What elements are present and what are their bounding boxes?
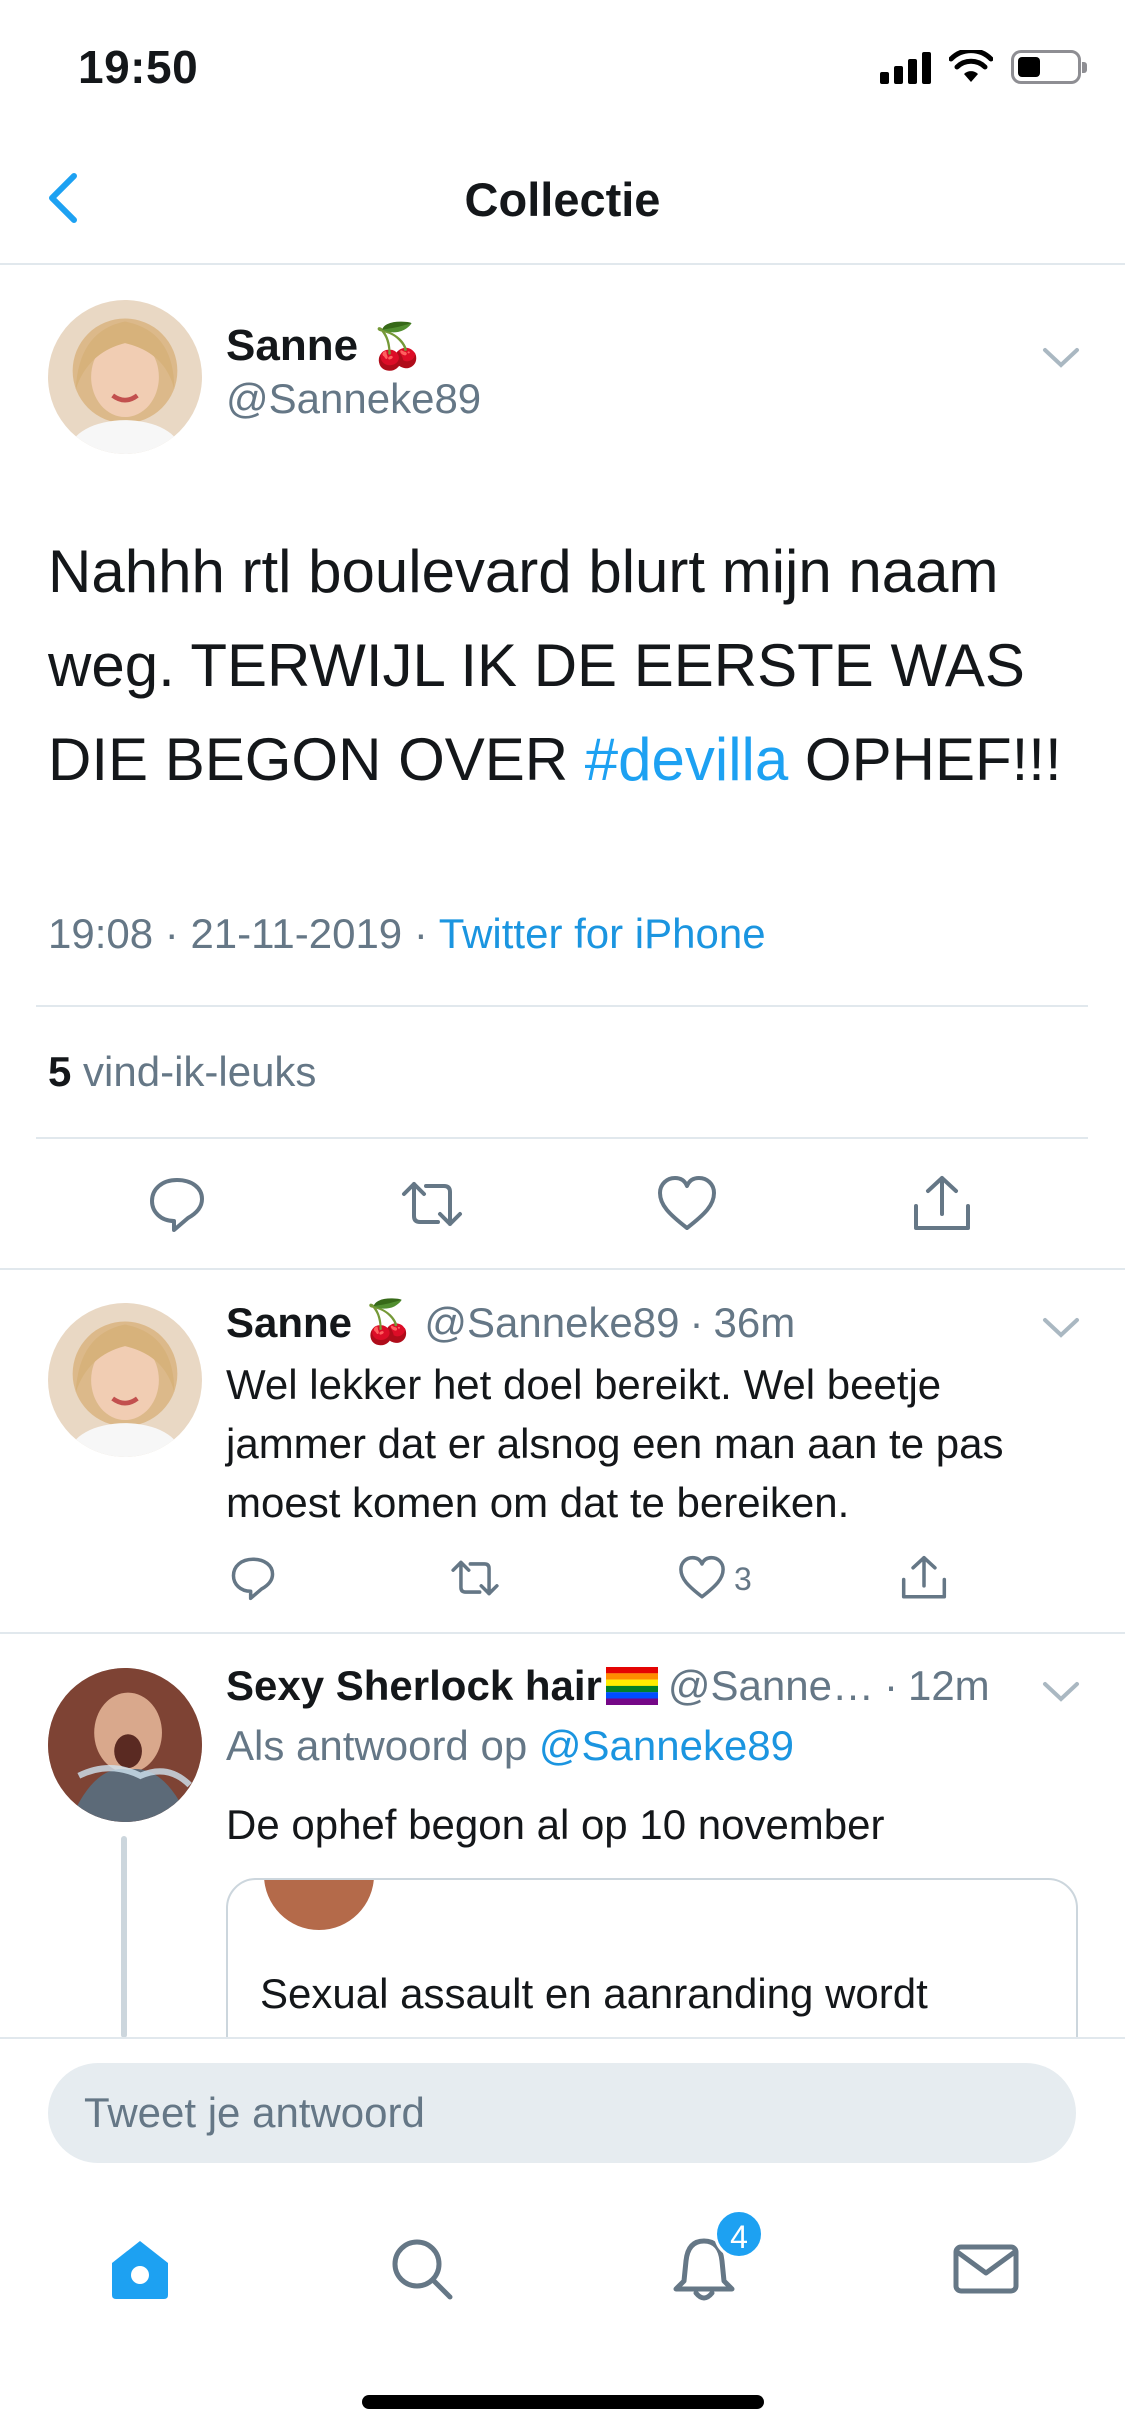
quoted-tweet-text: Sexual assault en aanranding wordt — [260, 1970, 928, 2017]
wifi-icon — [949, 50, 993, 82]
divider — [0, 1268, 1125, 1270]
cherry-emoji: 🍒 — [362, 1298, 415, 1345]
reply-input[interactable] — [48, 2063, 1076, 2163]
navigation-header: Collectie — [0, 132, 1125, 265]
tweet-date: 21-11-2019 — [190, 910, 403, 957]
reply-icon[interactable] — [228, 1553, 278, 1603]
reply-header: Sexy Sherlock hair @Sanne… · 12m — [226, 1662, 990, 1710]
reply-header: Sanne 🍒 @Sanneke89 · 36m — [226, 1298, 796, 1347]
tweet-text-end: OPHEF!!! — [788, 726, 1062, 793]
thread-line — [121, 1836, 127, 2038]
heart-icon[interactable] — [677, 1553, 727, 1603]
reply-author-name[interactable]: Sanne — [226, 1299, 352, 1347]
quoted-avatar — [264, 1880, 374, 1930]
divider — [0, 1632, 1125, 1634]
retweet-icon[interactable] — [450, 1553, 500, 1603]
status-time: 19:50 — [78, 41, 199, 93]
reply-author-handle[interactable]: @Sanne… — [668, 1662, 874, 1710]
avatar[interactable] — [48, 1668, 202, 1822]
replying-to-prefix: Als antwoord op — [226, 1722, 528, 1769]
reply-icon[interactable] — [145, 1172, 209, 1236]
notifications-badge: 4 — [714, 2209, 764, 2259]
avatar[interactable] — [48, 1303, 202, 1457]
reply-author-name[interactable]: Sexy Sherlock hair — [226, 1662, 602, 1710]
page-title: Collectie — [464, 173, 661, 226]
battery-icon — [1011, 50, 1087, 84]
status-icons — [880, 50, 1087, 84]
rainbow-flag-icon — [605, 1667, 658, 1705]
author-name-text: Sanne — [226, 321, 359, 370]
hashtag-link[interactable]: #devilla — [585, 726, 788, 793]
reply-time: 36m — [713, 1298, 796, 1346]
status-bar: 19:50 — [0, 0, 1125, 132]
search-icon[interactable] — [386, 2233, 458, 2305]
reply-composer-bar: 4 — [0, 2037, 1125, 2436]
divider — [36, 1005, 1088, 1007]
avatar[interactable] — [48, 300, 202, 454]
likes-summary[interactable]: 5 vind-ik-leuks — [48, 1048, 316, 1096]
replying-to: Als antwoord op @Sanneke89 — [226, 1722, 794, 1770]
tweet-actions — [0, 1160, 1125, 1250]
tweet-source-link[interactable]: Twitter for iPhone — [439, 910, 766, 957]
home-indicator[interactable] — [362, 2395, 764, 2409]
cherry-emoji: 🍒 — [370, 322, 425, 371]
replying-to-mention[interactable]: @Sanneke89 — [539, 1722, 794, 1769]
author-handle[interactable]: @Sanneke89 — [226, 375, 481, 423]
chevron-down-icon[interactable] — [1041, 1679, 1081, 1705]
chevron-down-icon[interactable] — [1041, 1315, 1081, 1341]
likes-count: 5 — [48, 1048, 72, 1095]
chevron-down-icon[interactable] — [1041, 345, 1081, 371]
divider — [36, 1137, 1088, 1139]
reply-text: De ophef begon al op 10 november — [226, 1801, 885, 1848]
share-icon[interactable] — [910, 1172, 974, 1236]
cellular-signal-icon — [880, 50, 931, 84]
tweet-meta: 19:08 · 21-11-2019 · Twitter for iPhone — [48, 910, 766, 957]
heart-icon[interactable] — [655, 1172, 719, 1236]
home-icon[interactable] — [104, 2233, 176, 2305]
reply-time: 12m — [907, 1662, 990, 1709]
reply-author-handle[interactable]: @Sanneke89 — [424, 1299, 679, 1347]
reply-like-count: 3 — [734, 1561, 752, 1597]
tweet-time: 19:08 — [48, 910, 154, 957]
share-icon[interactable] — [899, 1553, 949, 1603]
reply-text: Wel lekker het doel bereikt. Wel beetje … — [226, 1361, 1004, 1526]
retweet-icon[interactable] — [400, 1172, 464, 1236]
author-name[interactable]: Sanne 🍒 — [226, 320, 425, 372]
tweet-text: Nahhh rtl boulevard blurt mijn naam weg.… — [48, 525, 1088, 807]
mail-icon[interactable] — [950, 2233, 1022, 2305]
likes-label: vind-ik-leuks — [83, 1048, 317, 1095]
